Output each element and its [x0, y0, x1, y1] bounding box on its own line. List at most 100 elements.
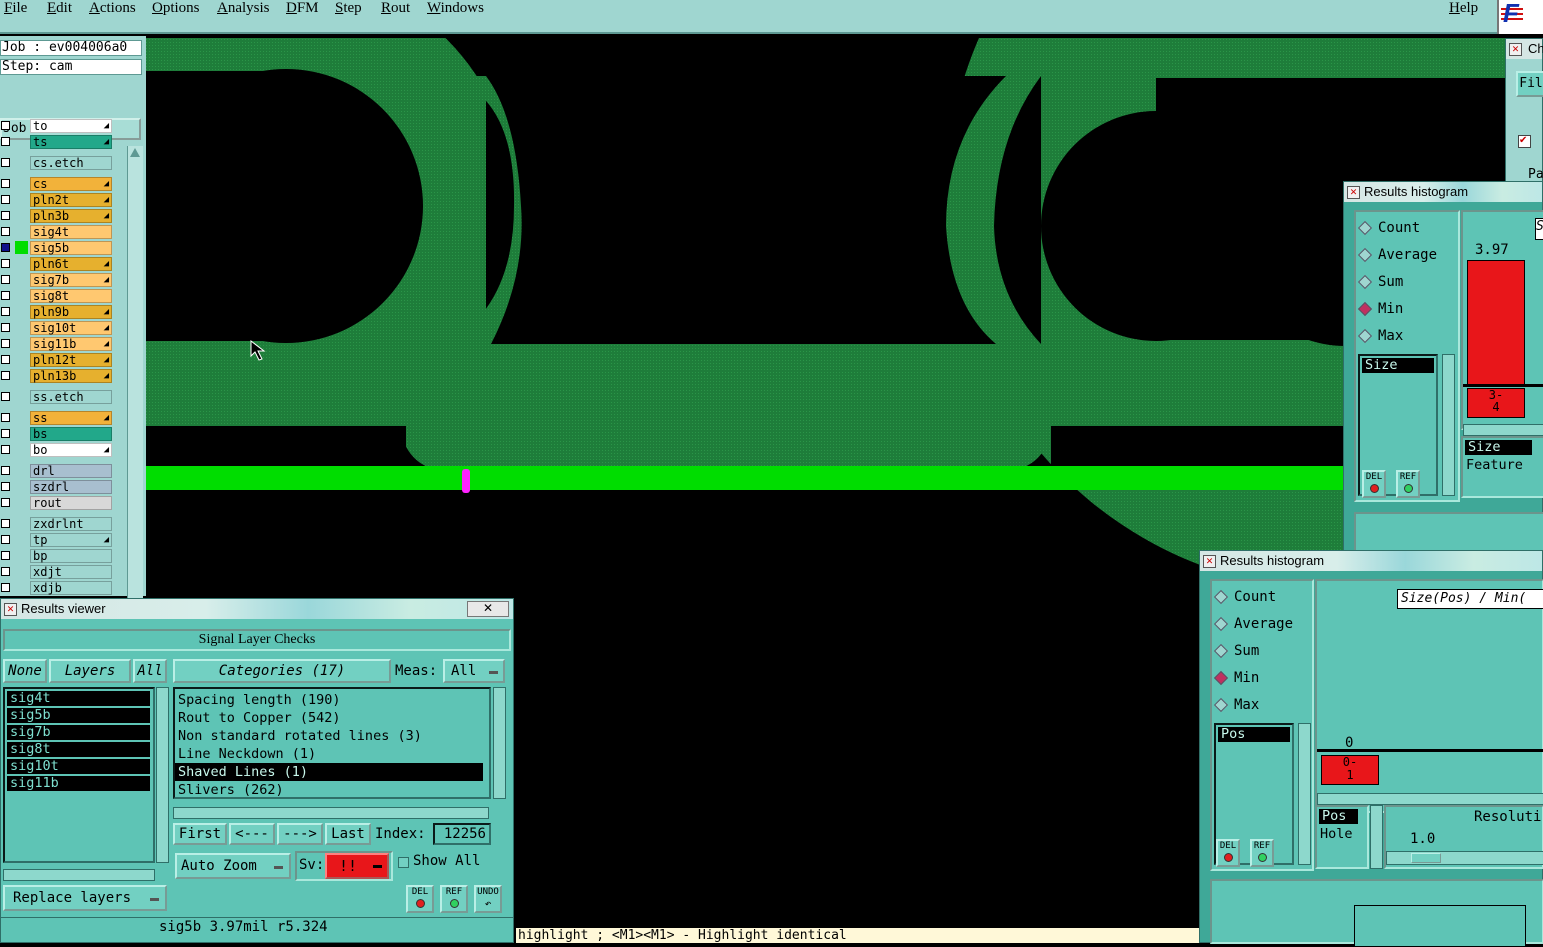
ref-button[interactable]: REF: [1396, 470, 1420, 498]
all-button[interactable]: All: [133, 659, 167, 683]
layer-checkbox[interactable]: [1, 429, 10, 438]
close-icon[interactable]: ✕: [1203, 555, 1216, 568]
layer-row-pln13b[interactable]: pln13b: [0, 368, 115, 383]
layer-scrollbar[interactable]: [127, 146, 143, 634]
layer-name[interactable]: to: [30, 119, 112, 133]
layer-name[interactable]: szdrl: [30, 480, 112, 494]
radio-count[interactable]: Count: [1356, 218, 1420, 238]
histogram-bar[interactable]: [1467, 260, 1525, 386]
last-button[interactable]: Last: [325, 823, 371, 845]
layer-checkbox[interactable]: [1, 535, 10, 544]
layer-name[interactable]: sig4t: [30, 225, 112, 239]
layer-checkbox[interactable]: [1, 551, 10, 560]
layer-checkbox[interactable]: [1, 498, 10, 507]
layer-list-hscrollbar[interactable]: [3, 869, 155, 881]
layer-checkbox[interactable]: [1, 259, 10, 268]
del-button[interactable]: DEL: [406, 885, 434, 913]
layer-checkbox[interactable]: [1, 275, 10, 284]
category-item[interactable]: Line Neckdown (1): [175, 745, 489, 763]
layer-row-xdjb[interactable]: xdjb: [0, 580, 115, 595]
layer-checkbox[interactable]: [1, 243, 10, 252]
field-scrollbar[interactable]: [1298, 723, 1311, 865]
category-item[interactable]: Rout to Copper (542): [175, 709, 489, 727]
layer-name[interactable]: bo: [30, 443, 112, 457]
radio-count[interactable]: Count: [1212, 587, 1276, 607]
layer-row-pln3b[interactable]: pln3b: [0, 208, 115, 223]
severity-dropdown[interactable]: !!: [325, 853, 389, 879]
replace-layers-dropdown[interactable]: Replace layers: [3, 885, 167, 911]
layer-row-to[interactable]: to: [0, 118, 115, 133]
radio-max[interactable]: Max: [1356, 326, 1403, 346]
category-hscrollbar[interactable]: [173, 807, 489, 819]
layer-row-ss[interactable]: ss: [0, 410, 115, 425]
result-layer-item[interactable]: sig10t: [7, 759, 150, 774]
category-item[interactable]: Non standard rotated lines (3): [175, 727, 489, 745]
field-item[interactable]: Size: [1362, 358, 1434, 373]
result-layer-item[interactable]: sig11b: [7, 776, 150, 791]
layer-row-ts[interactable]: ts: [0, 134, 115, 149]
category-list[interactable]: Spacing length (190) Rout to Copper (542)…: [173, 687, 491, 799]
category-item[interactable]: Spacing length (190): [175, 691, 489, 709]
layer-name[interactable]: pln9b: [30, 305, 112, 319]
attr-item[interactable]: Size: [1465, 440, 1532, 455]
none-button[interactable]: None: [3, 659, 47, 683]
layer-checkbox[interactable]: [1, 323, 10, 332]
layers-button[interactable]: Layers: [49, 659, 131, 683]
layer-row-bo[interactable]: bo: [0, 442, 115, 457]
layer-row-pln12t[interactable]: pln12t: [0, 352, 115, 367]
close-icon[interactable]: ✕: [1347, 186, 1360, 199]
radio-sum[interactable]: Sum: [1212, 641, 1259, 661]
bin-label[interactable]: 0- 1: [1321, 755, 1379, 785]
del-button[interactable]: DEL: [1362, 470, 1386, 498]
layer-name[interactable]: ss.etch: [30, 390, 112, 404]
layer-row-sig10t[interactable]: sig10t: [0, 320, 115, 335]
attr-item[interactable]: Pos: [1319, 809, 1358, 824]
menu-analysis[interactable]: Analysis: [217, 0, 270, 17]
layer-checkbox[interactable]: [1, 211, 10, 220]
layer-row-pln9b[interactable]: pln9b: [0, 304, 115, 319]
layer-result-list[interactable]: sig4t sig5b sig7b sig8t sig10t sig11b: [3, 687, 155, 863]
histogram-top-titlebar[interactable]: ✕ Results histogram: [1344, 182, 1542, 202]
prev-button[interactable]: <---: [229, 823, 275, 845]
layer-checkbox[interactable]: [1, 195, 10, 204]
del-button[interactable]: DEL: [1216, 839, 1240, 867]
layer-row-bp[interactable]: bp: [0, 548, 115, 563]
layer-checkbox[interactable]: [1, 371, 10, 380]
layer-row-cs.etch[interactable]: cs.etch: [0, 155, 115, 170]
category-item[interactable]: Shaved Lines (1): [175, 763, 483, 781]
layer-row-tp[interactable]: tp: [0, 532, 115, 547]
layer-row-szdrl[interactable]: szdrl: [0, 479, 115, 494]
layer-checkbox[interactable]: [1, 567, 10, 576]
layer-row-sig4t[interactable]: sig4t: [0, 224, 115, 239]
layer-list-scrollbar[interactable]: [156, 687, 169, 863]
histogram-bottom-titlebar[interactable]: ✕ Results histogram: [1200, 551, 1542, 571]
radio-average[interactable]: Average: [1356, 245, 1437, 265]
attr-scrollbar[interactable]: [1370, 805, 1383, 869]
menu-step[interactable]: Step: [335, 0, 362, 17]
index-input[interactable]: 12256: [433, 823, 491, 845]
layer-name[interactable]: pln3b: [30, 209, 112, 223]
category-item[interactable]: Slivers (262): [175, 781, 489, 797]
layer-checkbox[interactable]: [1, 583, 10, 592]
radio-min[interactable]: Min: [1212, 668, 1259, 688]
result-layer-item[interactable]: sig8t: [7, 742, 150, 757]
radio-max[interactable]: Max: [1212, 695, 1259, 715]
layer-checkbox[interactable]: [1, 291, 10, 300]
menu-actions[interactable]: Actions: [89, 0, 136, 17]
layer-name[interactable]: pln2t: [30, 193, 112, 207]
show-all-checkbox[interactable]: [398, 857, 409, 868]
layer-name[interactable]: sig8t: [30, 289, 112, 303]
layer-row-sig5b[interactable]: sig5b: [0, 240, 115, 255]
layer-checkbox[interactable]: [1, 519, 10, 528]
layer-checkbox[interactable]: [1, 158, 10, 167]
layer-row-sig8t[interactable]: sig8t: [0, 288, 115, 303]
layer-row-sig11b[interactable]: sig11b: [0, 336, 115, 351]
layer-name[interactable]: pln12t: [30, 353, 112, 367]
bin-label[interactable]: 3- 4: [1467, 388, 1525, 418]
menu-help[interactable]: Help: [1449, 0, 1478, 17]
chart-hscrollbar[interactable]: [1463, 424, 1543, 436]
layer-checkbox[interactable]: [1, 121, 10, 130]
layer-checkbox[interactable]: [1, 307, 10, 316]
layer-row-cs[interactable]: cs: [0, 176, 115, 191]
layer-checkbox[interactable]: [1, 392, 10, 401]
